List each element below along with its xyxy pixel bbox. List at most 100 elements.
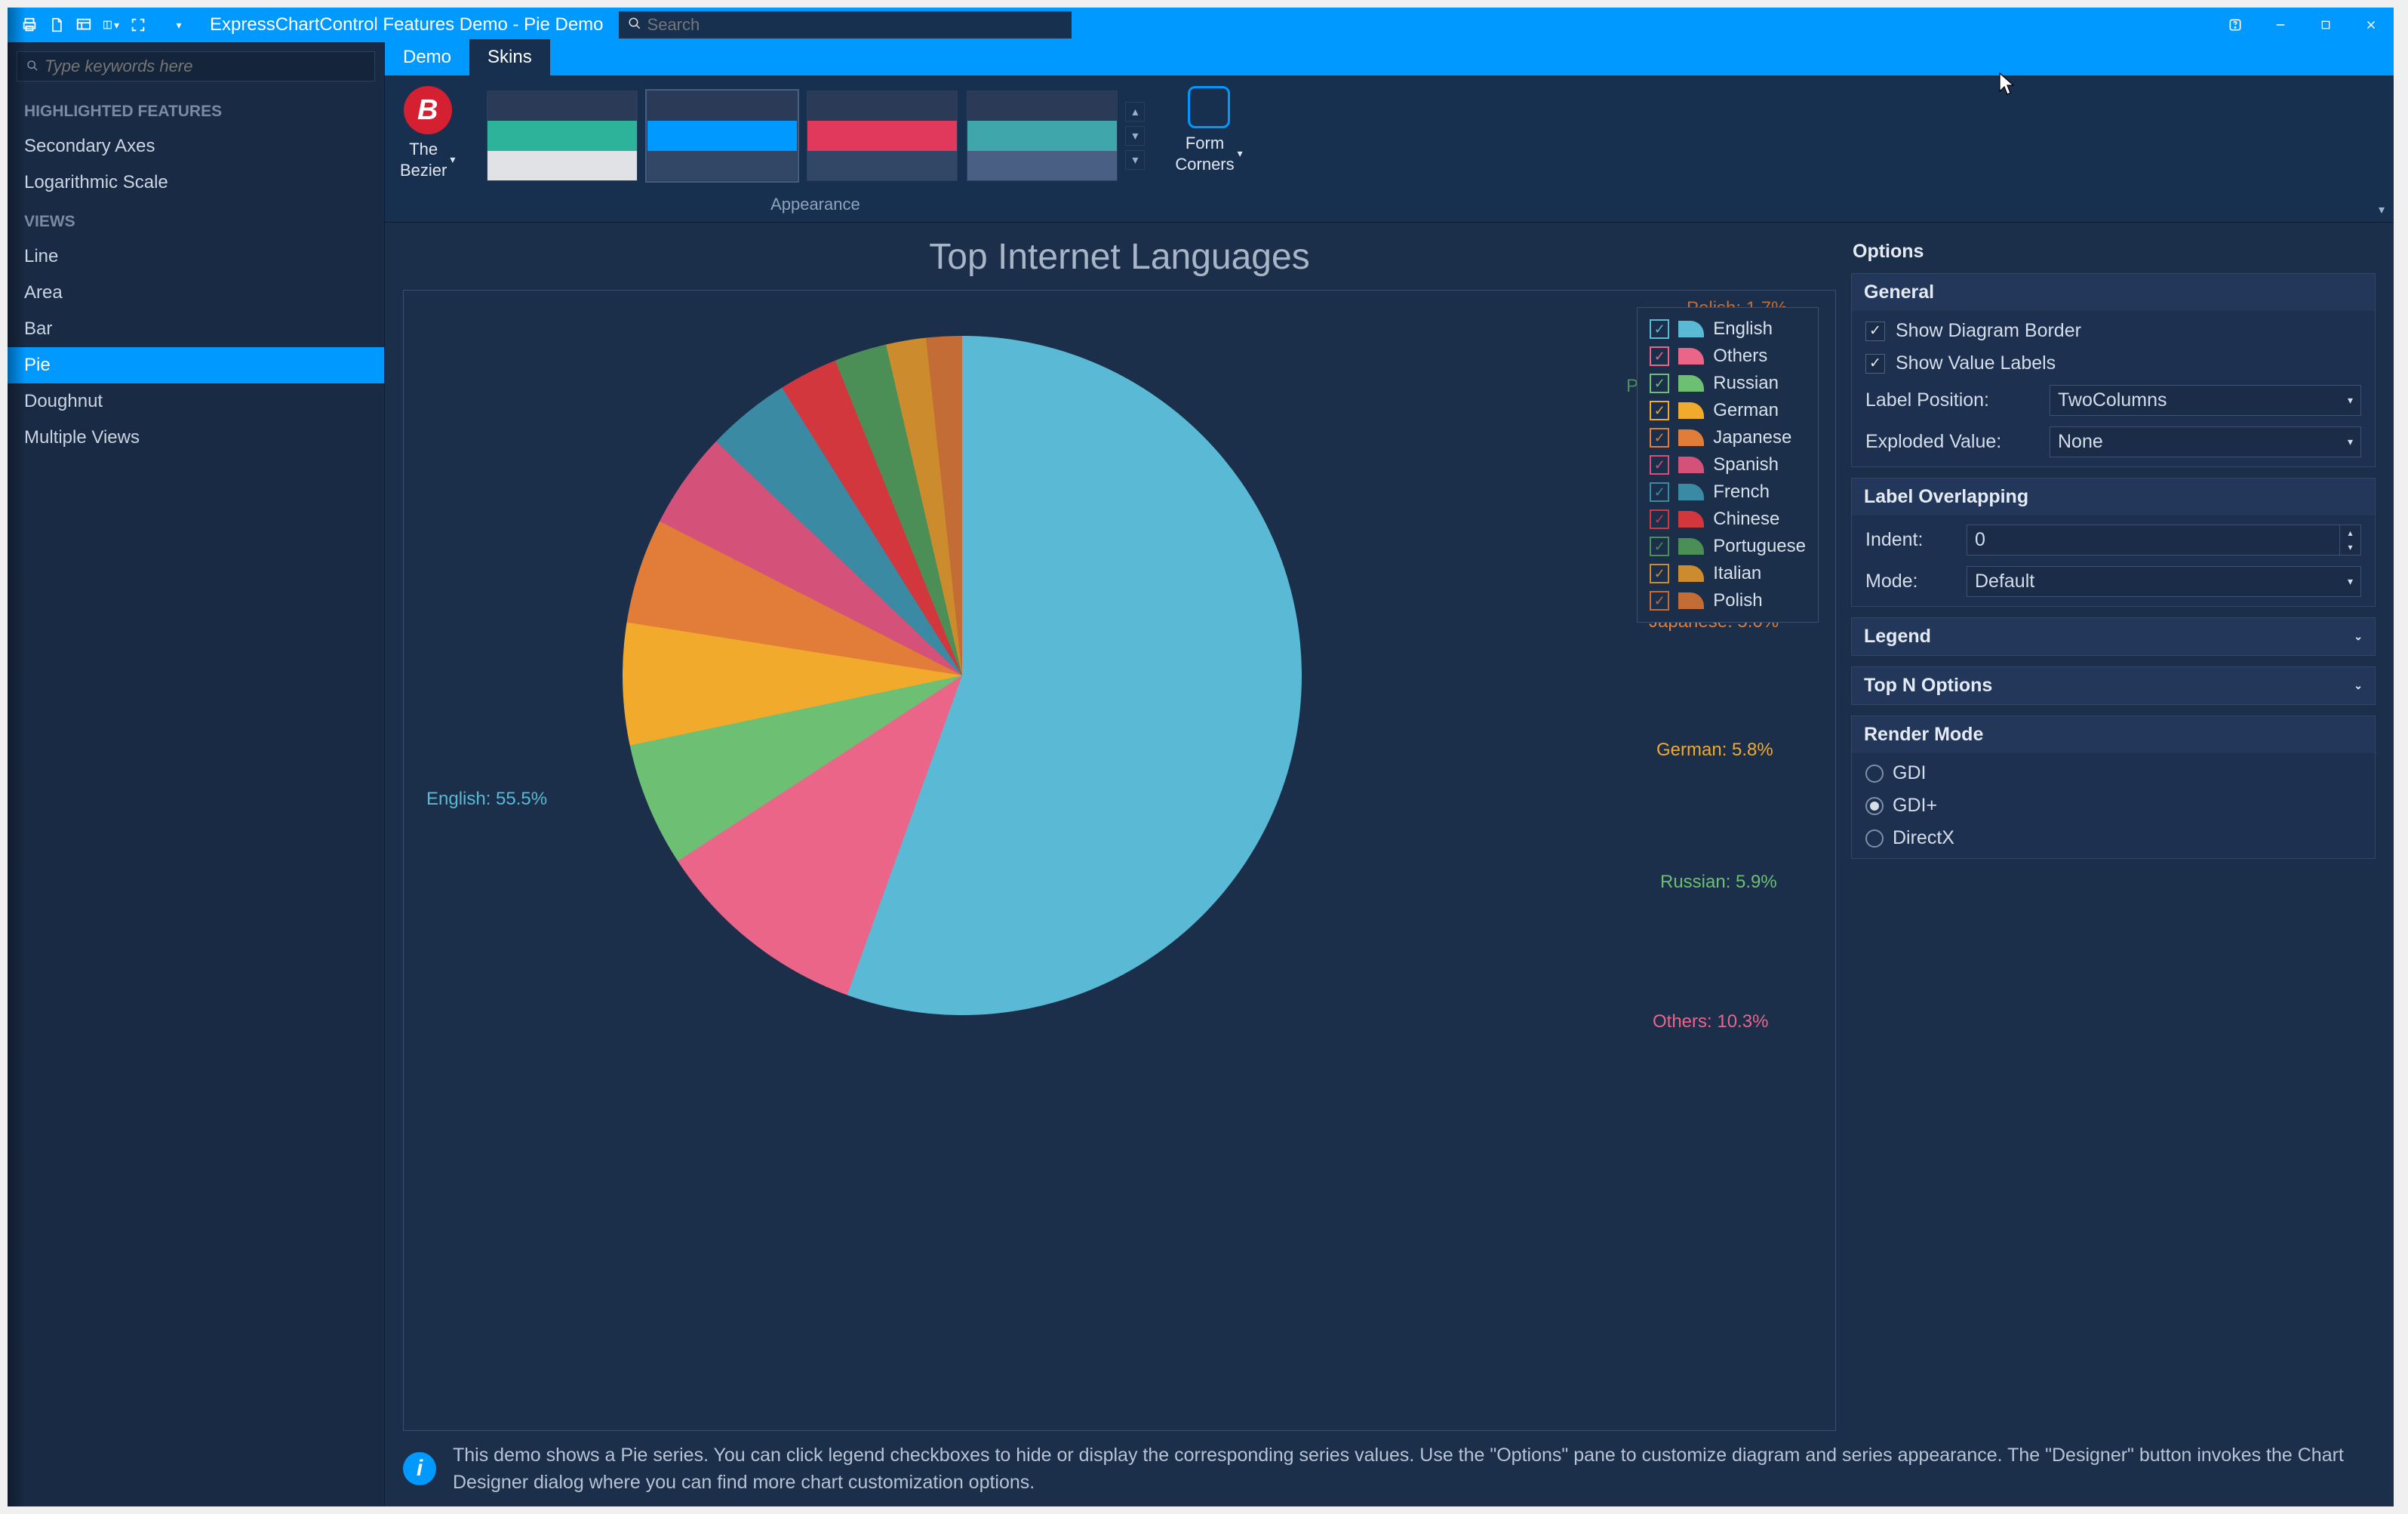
legend-section: Legend ⌄ xyxy=(1851,617,2376,656)
legend-checkbox[interactable] xyxy=(1650,346,1669,366)
legend-checkbox[interactable] xyxy=(1650,509,1669,529)
legend-item-italian[interactable]: Italian xyxy=(1648,560,1807,587)
exploded-label: Exploded Value: xyxy=(1865,431,2039,453)
titlebar-search[interactable] xyxy=(619,11,1072,38)
search-icon xyxy=(26,56,38,77)
swatch-scroll[interactable]: ▴ ▾ ▾ xyxy=(1122,96,1148,176)
show-border-checkbox[interactable] xyxy=(1865,322,1885,341)
legend-checkbox[interactable] xyxy=(1650,482,1669,502)
pie-chart[interactable] xyxy=(623,336,1302,1015)
bezier-label: The Bezier xyxy=(400,139,447,180)
legend-item-english[interactable]: English xyxy=(1648,315,1807,343)
legend-item-polish[interactable]: Polish xyxy=(1648,587,1807,614)
form-corners-icon xyxy=(1188,86,1230,128)
mode-select[interactable]: Default ▾ xyxy=(1967,566,2361,597)
sidebar-item-area[interactable]: Area xyxy=(8,275,384,311)
titlebar-search-input[interactable] xyxy=(647,15,1063,35)
close-button[interactable] xyxy=(2348,8,2394,42)
topn-header[interactable]: Top N Options ⌄ xyxy=(1852,667,2375,704)
legend-checkbox[interactable] xyxy=(1650,455,1669,475)
legend-checkbox[interactable] xyxy=(1650,374,1669,393)
chevron-down-icon: ⌄ xyxy=(2354,630,2363,643)
topn-section: Top N Options ⌄ xyxy=(1851,666,2376,705)
chevron-down-icon: ▾ xyxy=(2348,575,2353,588)
scroll-expand-icon[interactable]: ▾ xyxy=(1125,150,1145,170)
help-icon[interactable] xyxy=(2213,8,2258,42)
indent-spinner[interactable]: 0 ▴▾ xyxy=(1967,525,2361,555)
sidebar-search-input[interactable] xyxy=(45,57,365,76)
spinner-down-icon[interactable]: ▾ xyxy=(2340,540,2360,555)
render-header[interactable]: Render Mode xyxy=(1852,716,2375,753)
skin-swatch[interactable] xyxy=(807,91,958,181)
label-overlap-header[interactable]: Label Overlapping xyxy=(1852,479,2375,515)
bezier-button[interactable]: B The Bezier▾ xyxy=(394,80,461,186)
skin-swatch[interactable] xyxy=(487,91,638,181)
render-option-directx[interactable]: DirectX xyxy=(1865,827,2361,849)
titlebar: ▾ ▾ ExpressChartControl Features Demo - … xyxy=(8,8,2394,42)
legend-item-japanese[interactable]: Japanese xyxy=(1648,424,1807,451)
render-option-gdiplus[interactable]: GDI+ xyxy=(1865,795,2361,817)
scroll-down-icon[interactable]: ▾ xyxy=(1125,126,1145,146)
radio-label: GDI+ xyxy=(1893,795,1937,817)
legend-marker-icon xyxy=(1678,565,1704,582)
radio-icon[interactable] xyxy=(1865,829,1884,848)
render-section: Render Mode GDI GDI+ DirectX xyxy=(1851,715,2376,859)
scroll-up-icon[interactable]: ▴ xyxy=(1125,102,1145,122)
legend-item-french[interactable]: French xyxy=(1648,479,1807,506)
general-header[interactable]: General xyxy=(1852,274,2375,311)
fullscreen-icon[interactable] xyxy=(130,17,146,33)
sidebar-item-doughnut[interactable]: Doughnut xyxy=(8,383,384,420)
legend-checkbox[interactable] xyxy=(1650,564,1669,583)
sidebar-search[interactable] xyxy=(17,51,375,82)
legend-label: Chinese xyxy=(1713,509,1779,530)
ribbon-expand-icon[interactable]: ▾ xyxy=(2379,202,2385,217)
legend-checkbox[interactable] xyxy=(1650,537,1669,556)
legend-checkbox[interactable] xyxy=(1650,591,1669,611)
radio-icon[interactable] xyxy=(1865,797,1884,815)
legend-item-russian[interactable]: Russian xyxy=(1648,370,1807,397)
sidebar-item-pie[interactable]: Pie xyxy=(8,347,384,383)
legend-item-others[interactable]: Others xyxy=(1648,343,1807,370)
layout-icon[interactable]: ▾ xyxy=(103,17,119,33)
chart-box: Polish: 1.7%Italian: 1.9%Portuguese: 2.5… xyxy=(403,290,1836,1431)
maximize-button[interactable] xyxy=(2303,8,2348,42)
legend-marker-icon xyxy=(1678,484,1704,500)
sidebar-item-line[interactable]: Line xyxy=(8,238,384,275)
minimize-button[interactable] xyxy=(2258,8,2303,42)
tab-demo[interactable]: Demo xyxy=(385,39,469,75)
sidebar-item-bar[interactable]: Bar xyxy=(8,311,384,347)
sidebar-item-logarithmic-scale[interactable]: Logarithmic Scale xyxy=(8,165,384,201)
legend-checkbox[interactable] xyxy=(1650,401,1669,420)
label-position-select[interactable]: TwoColumns ▾ xyxy=(2050,385,2361,416)
legend-header[interactable]: Legend ⌄ xyxy=(1852,618,2375,655)
legend-label: Spanish xyxy=(1713,454,1779,475)
sidebar-item-secondary-axes[interactable]: Secondary Axes xyxy=(8,128,384,165)
exploded-value-select[interactable]: None ▾ xyxy=(2050,426,2361,457)
tab-skins[interactable]: Skins xyxy=(469,39,550,75)
options-title: Options xyxy=(1851,236,2376,273)
designer-icon[interactable] xyxy=(75,17,92,33)
sidebar-item-multiple-views[interactable]: Multiple Views xyxy=(8,420,384,456)
show-labels-checkbox[interactable] xyxy=(1865,354,1885,374)
skin-swatch[interactable] xyxy=(647,91,798,181)
radio-icon[interactable] xyxy=(1865,765,1884,783)
legend-item-german[interactable]: German xyxy=(1648,397,1807,424)
form-corners-button[interactable]: Form Corners▾ xyxy=(1169,80,1248,180)
chevron-down-icon: ▾ xyxy=(2348,394,2353,407)
legend-item-spanish[interactable]: Spanish xyxy=(1648,451,1807,479)
document-icon[interactable] xyxy=(48,17,65,33)
indent-label: Indent: xyxy=(1865,529,1956,551)
nav-collapse-shadow xyxy=(8,8,26,1506)
spinner-up-icon[interactable]: ▴ xyxy=(2340,525,2360,540)
legend-item-portuguese[interactable]: Portuguese xyxy=(1648,533,1807,560)
qat-customize-icon[interactable]: ▾ xyxy=(171,17,187,33)
sidebar-section-title: VIEWS xyxy=(8,201,384,238)
legend-checkbox[interactable] xyxy=(1650,428,1669,448)
legend-marker-icon xyxy=(1678,457,1704,473)
chart-panel: Top Internet Languages Polish: 1.7%Itali… xyxy=(403,236,1836,1431)
legend-label: Portuguese xyxy=(1713,536,1806,557)
legend-item-chinese[interactable]: Chinese xyxy=(1648,506,1807,533)
skin-swatch[interactable] xyxy=(967,91,1118,181)
render-option-gdi[interactable]: GDI xyxy=(1865,762,2361,784)
legend-checkbox[interactable] xyxy=(1650,319,1669,339)
